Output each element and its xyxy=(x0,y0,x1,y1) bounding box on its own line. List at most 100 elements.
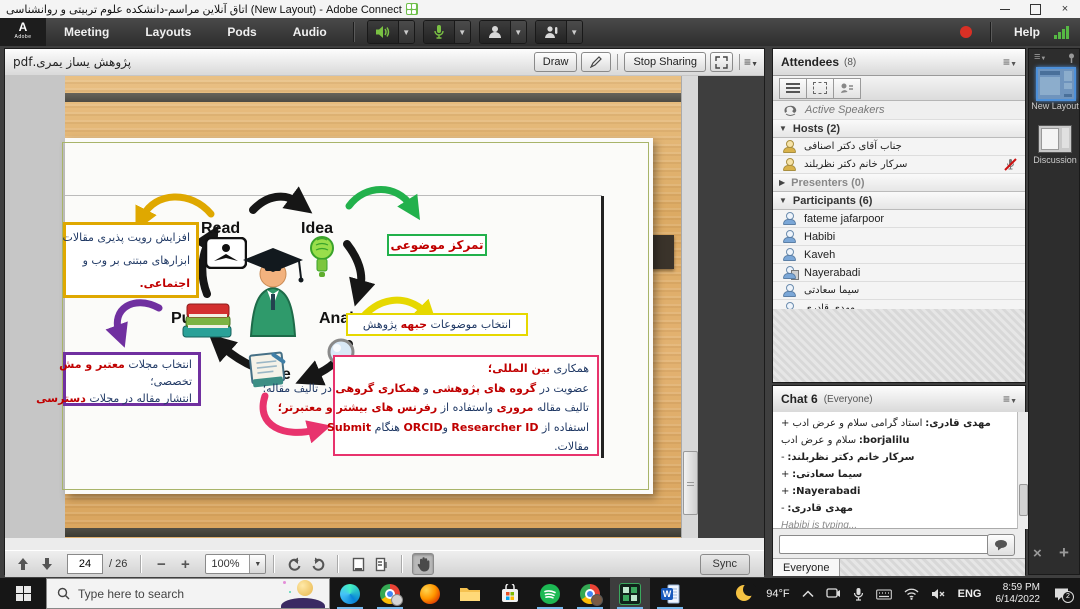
draw-button[interactable]: Draw xyxy=(534,52,578,72)
layout-label[interactable]: New Layout xyxy=(1029,101,1080,111)
pan-tool-button[interactable] xyxy=(412,553,434,575)
touch-keyboard-icon[interactable] xyxy=(876,588,892,600)
host-row[interactable]: جناب آقای دکتر اصنافی xyxy=(773,138,1025,156)
attendees-pod-menu-icon[interactable]: ≡▼ xyxy=(1003,55,1017,69)
volume-muted-icon[interactable] xyxy=(931,588,946,600)
zoom-select[interactable]: 100% ▼ xyxy=(205,554,266,574)
participant-row[interactable]: Nayerabadi xyxy=(773,264,1025,282)
search-placeholder: Type here to search xyxy=(78,587,184,601)
zoom-value: 100% xyxy=(206,555,249,573)
sync-button[interactable]: Sync xyxy=(700,554,750,575)
taskbar-app-store[interactable] xyxy=(490,578,530,609)
chat-scrollbar[interactable] xyxy=(1017,412,1028,529)
firefox-icon xyxy=(420,584,440,604)
taskbar-app-spotify[interactable] xyxy=(530,578,570,609)
pdf-slide: Read Idea Analyze Write Publish xyxy=(65,138,653,494)
vertical-scrollbar-thumb[interactable] xyxy=(683,451,698,515)
taskbar-app-word[interactable]: W xyxy=(650,578,690,609)
presenters-section-header[interactable]: ▶ Presenters (0) xyxy=(773,174,1025,192)
participant-row[interactable]: fateme jafarpoor xyxy=(773,210,1025,228)
taskbar-app-adobe-connect[interactable] xyxy=(610,578,650,609)
speaker-button[interactable]: ▼ xyxy=(367,20,415,44)
weather-temperature[interactable]: 94°F xyxy=(766,588,789,600)
menu-layouts[interactable]: Layouts xyxy=(127,25,209,39)
breakout-view-icon[interactable] xyxy=(806,78,834,99)
vertical-scrollbar[interactable] xyxy=(681,76,698,538)
layout-label[interactable]: Discussion xyxy=(1029,155,1080,165)
language-indicator[interactable]: ENG xyxy=(958,588,982,600)
taskbar-app-edge[interactable] xyxy=(330,578,370,609)
taskbar-app-chrome-2[interactable] xyxy=(570,578,610,609)
hosts-section-header[interactable]: ▼ Hosts (2) xyxy=(773,120,1025,138)
fit-width-button[interactable] xyxy=(372,554,392,574)
share-pod-menu-icon[interactable]: ≡▼ xyxy=(744,55,758,69)
taskbar-app-firefox[interactable] xyxy=(410,578,450,609)
taskbar-search[interactable]: Type here to search xyxy=(46,578,330,609)
help-menu[interactable]: Help xyxy=(1014,25,1040,39)
microphone-button[interactable]: ▼ xyxy=(423,20,471,44)
rotate-left-button[interactable] xyxy=(284,554,304,574)
close-layout-icon[interactable]: × xyxy=(1033,545,1042,562)
maximize-icon[interactable] xyxy=(1020,0,1050,18)
webcam-dropdown[interactable]: ▼ xyxy=(510,21,526,43)
pointer-tool-button[interactable] xyxy=(581,52,611,72)
window-titlebar: اتاق آنلاین مراسم-دانشکده علوم تربیتی و … xyxy=(0,0,1080,19)
minimize-icon[interactable] xyxy=(990,0,1020,18)
zoom-out-button[interactable]: − xyxy=(151,554,171,574)
start-button[interactable] xyxy=(0,578,46,609)
chat-tab-everyone[interactable]: Everyone xyxy=(773,559,840,576)
next-page-button[interactable] xyxy=(37,554,57,574)
participant-row[interactable]: سیما سعادتی xyxy=(773,282,1025,300)
zoom-dropdown-icon[interactable]: ▼ xyxy=(249,555,265,573)
collapse-triangle-icon: ▼ xyxy=(779,196,787,205)
pin-icon[interactable] xyxy=(1067,53,1076,63)
focus-box: تمرکز موضوعی xyxy=(387,234,487,256)
action-center-icon[interactable]: 2 xyxy=(1054,587,1070,601)
layouts-menu-icon[interactable]: ≡▼ xyxy=(1034,51,1046,63)
close-icon[interactable]: × xyxy=(1050,0,1080,18)
status-view-icon xyxy=(840,82,854,94)
rotate-right-button[interactable] xyxy=(308,554,328,574)
microphone-tray-icon[interactable] xyxy=(853,587,864,601)
status-button[interactable]: ▼ xyxy=(535,20,583,44)
show-hidden-icons-chevron[interactable] xyxy=(802,590,814,598)
weather-moon-icon[interactable] xyxy=(736,585,754,603)
search-highlight-graphic[interactable] xyxy=(281,577,325,608)
participants-section-header[interactable]: ▼ Participants (6) xyxy=(773,192,1025,210)
status-dropdown[interactable]: ▼ xyxy=(566,21,582,43)
microphone-dropdown[interactable]: ▼ xyxy=(454,21,470,43)
menu-meeting[interactable]: Meeting xyxy=(46,25,127,39)
collaboration-box: همکاری بین المللی؛ عضویت در گروه های پژو… xyxy=(333,355,599,456)
attendee-list-view-icon[interactable] xyxy=(779,78,807,99)
taskbar-clock[interactable]: 8:59 PM 6/14/2022 xyxy=(996,582,1041,606)
participant-row[interactable]: Kaveh xyxy=(773,246,1025,264)
layout-thumbnail-discussion[interactable] xyxy=(1038,125,1072,153)
network-wifi-icon[interactable] xyxy=(904,588,919,600)
chat-pod-menu-icon[interactable]: ≡▼ xyxy=(1003,392,1017,406)
attendees-pod: Attendees (8) ≡▼ Active Speakers ▼ Hosts… xyxy=(772,48,1026,383)
chat-scrollbar-thumb[interactable] xyxy=(1019,484,1028,516)
participant-row[interactable]: Habibi xyxy=(773,228,1025,246)
speaker-dropdown[interactable]: ▼ xyxy=(398,21,414,43)
chat-message-input[interactable] xyxy=(779,535,989,554)
chat-message: سرکار خانم دکتر نظربلند: - xyxy=(781,452,1009,463)
attendee-status-view-icon[interactable] xyxy=(833,78,861,99)
page-number-input[interactable] xyxy=(67,554,103,574)
stop-sharing-button[interactable]: Stop Sharing xyxy=(624,52,706,72)
menu-pods[interactable]: Pods xyxy=(209,25,274,39)
webcam-button[interactable]: ▼ xyxy=(479,20,527,44)
layout-thumbnail-new-layout[interactable] xyxy=(1036,67,1076,101)
menu-audio[interactable]: Audio xyxy=(275,25,345,39)
attendees-view-toolbar xyxy=(773,76,1025,101)
connection-signal-icon[interactable] xyxy=(1054,25,1070,39)
taskbar-app-chrome[interactable] xyxy=(370,578,410,609)
add-layout-icon[interactable]: + xyxy=(1059,543,1069,563)
zoom-in-button[interactable]: + xyxy=(175,554,195,574)
host-row[interactable]: سرکار خانم دکتر نظربلند xyxy=(773,156,1025,174)
fit-page-button[interactable] xyxy=(348,554,368,574)
meet-now-icon[interactable] xyxy=(826,587,841,600)
previous-page-button[interactable] xyxy=(13,554,33,574)
taskbar-app-explorer[interactable] xyxy=(450,578,490,609)
send-message-button[interactable] xyxy=(987,534,1015,556)
fullscreen-button[interactable] xyxy=(710,52,733,72)
